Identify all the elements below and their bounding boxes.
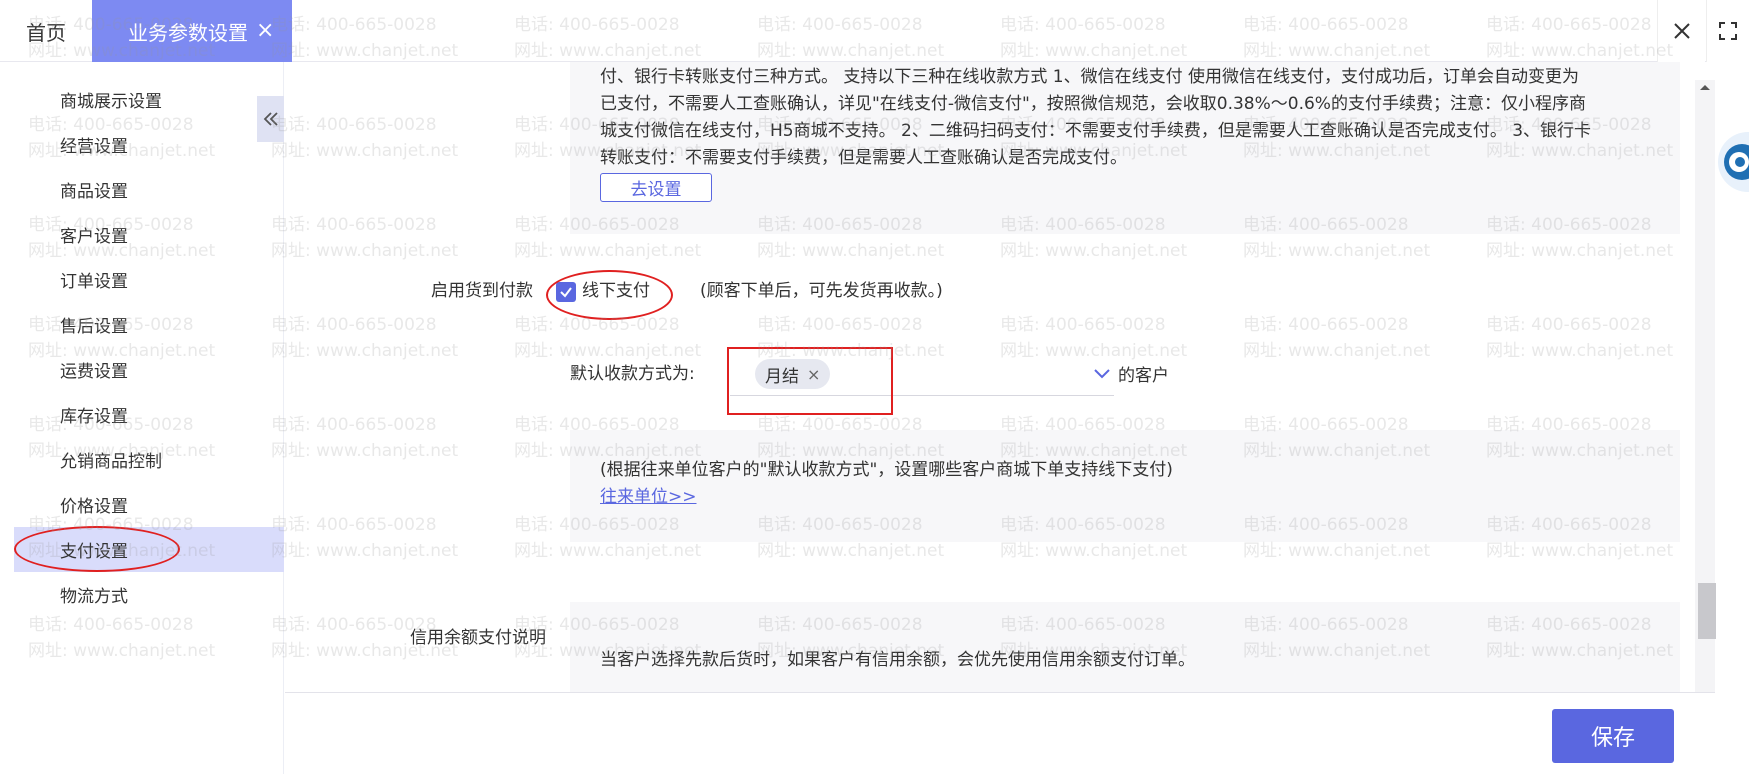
double-chevron-left-icon [263, 112, 278, 126]
sidebar-item-product[interactable]: 商品设置 [14, 167, 284, 212]
tab-close-icon[interactable]: × [256, 20, 274, 42]
credit-text: 当客户选择先款后货时，如果客户有信用余额，会优先使用信用余额支付订单。 [600, 650, 1195, 670]
cod-label: 启用货到付款 [431, 281, 533, 301]
sidebar-item-customer[interactable]: 客户设置 [14, 212, 284, 257]
sidebar-item-allowed-products[interactable]: 允销商品控制 [14, 437, 284, 482]
collapse-sidebar-button[interactable] [257, 96, 284, 142]
fullscreen-icon [1719, 22, 1737, 40]
content-scrollbar-thumb[interactable] [1698, 583, 1716, 639]
sidebar-item-freight[interactable]: 运费设置 [14, 347, 284, 392]
close-window-button[interactable] [1657, 0, 1705, 62]
sidebar-item-price[interactable]: 价格设置 [14, 482, 284, 527]
close-icon [1673, 23, 1690, 39]
save-button[interactable]: 保存 [1552, 709, 1674, 763]
sidebar-item-mall-display[interactable]: 商城展示设置 [14, 77, 284, 122]
sidebar-item-order[interactable]: 订单设置 [14, 257, 284, 302]
default-collection-label: 默认收款方式为: [570, 364, 695, 384]
online-payment-desc-line1: 付、银行卡转账支付三种方式。 支持以下三种在线收款方式 1、微信在线支付 使用微… [600, 67, 1580, 87]
sidebar-item-after-sales[interactable]: 售后设置 [14, 302, 284, 347]
scroll-up-arrow-icon[interactable] [1698, 80, 1712, 94]
sidebar-item-inventory[interactable]: 库存设置 [14, 392, 284, 437]
annotation-rect-monthly [727, 347, 893, 415]
main-content: 付、银行卡转账支付三种方式。 支持以下三种在线收款方式 1、微信在线支付 使用微… [285, 62, 1695, 774]
sidebar-item-logistics[interactable]: 物流方式 [14, 572, 284, 617]
annotation-circle-offline-payment [546, 270, 673, 320]
online-payment-desc-line3: 城支付微信在线支付，H5商城不支持。 2、二维码扫码支付：不需要支付手续费，但是… [600, 121, 1592, 141]
collection-method-dropdown[interactable] [1091, 362, 1113, 384]
cod-note-box [570, 430, 1680, 542]
customer-suffix: 的客户 [1118, 366, 1169, 386]
assistant-avatar[interactable] [1718, 132, 1749, 192]
goto-settings-button[interactable]: 去设置 [600, 173, 712, 202]
footer-bar [285, 692, 1715, 774]
cod-hint: (顾客下单后，可先发货再收款。) [700, 281, 943, 301]
credit-label: 信用余额支付说明 [410, 628, 546, 648]
annotation-circle-payment [14, 526, 180, 572]
tab-business-params[interactable]: 业务参数设置 × [92, 0, 292, 62]
sidebar-item-business[interactable]: 经营设置 [14, 122, 284, 167]
chevron-down-icon [1094, 369, 1110, 379]
top-tab-bar: 首页 业务参数设置 × [0, 0, 1749, 62]
online-payment-desc-line2: 已支付，不需要人工查账确认，详见"在线支付-微信支付"，按照微信规范，会收取0.… [600, 94, 1586, 114]
tab-home[interactable]: 首页 [0, 0, 92, 62]
fullscreen-button[interactable] [1706, 0, 1749, 62]
robot-assistant-icon [1724, 144, 1749, 180]
settings-sidebar: 商城展示设置 经营设置 商品设置 客户设置 订单设置 售后设置 运费设置 库存设… [14, 62, 284, 774]
cod-note: (根据往来单位客户的"默认收款方式"，设置哪些客户商城下单支持线下支付) [600, 460, 1173, 480]
tab-business-params-label: 业务参数设置 [128, 20, 248, 45]
partner-units-link[interactable]: 往来单位>> [600, 484, 697, 511]
online-payment-desc-line4: 转账支付：不需要支付手续费，但是需要人工查账确认是否完成支付。 [600, 148, 1127, 168]
